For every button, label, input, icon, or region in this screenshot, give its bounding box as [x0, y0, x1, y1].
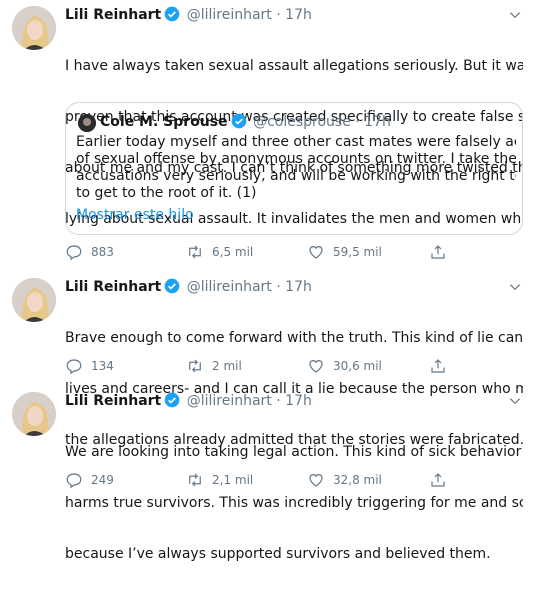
tweet[interactable]: Lili Reinhart @lilireinhart · 17h We are… [0, 386, 538, 562]
quoted-text-line: of sexual offense by anonymous accounts … [76, 151, 516, 167]
share-button[interactable] [429, 471, 447, 489]
author-handle[interactable]: @lilireinhart [187, 279, 272, 295]
quoted-author-handle[interactable]: @colesprouse [253, 114, 351, 130]
quoted-text-line: accusations very seriously, and will be … [76, 168, 516, 184]
timestamp[interactable]: 17h [285, 393, 312, 409]
like-count: 30,6 mil [333, 359, 382, 373]
share-button[interactable] [429, 357, 447, 375]
retweet-icon [189, 359, 201, 373]
avatar[interactable] [12, 278, 56, 322]
retweet-icon [189, 245, 201, 259]
show-thread-link[interactable]: Mostrar este hilo [76, 207, 194, 223]
share-icon [431, 245, 445, 259]
timestamp[interactable]: 17h [285, 279, 312, 295]
reply-count: 883 [91, 245, 114, 259]
tweet[interactable]: Lili Reinhart @lilireinhart · 17h I have… [0, 0, 538, 272]
like-count: 59,5 mil [333, 245, 382, 259]
tweet-text-line: We are looking into taking legal action.… [65, 444, 523, 460]
like-icon [309, 474, 323, 487]
tweet-text: We are looking into taking legal action.… [65, 410, 523, 597]
separator-dot: · [276, 7, 281, 23]
like-button[interactable]: 32,8 mil [307, 471, 382, 489]
tweet[interactable]: Lili Reinhart @lilireinhart · 17h Brave … [0, 272, 538, 448]
retweet-count: 2,1 mil [212, 473, 254, 487]
retweet-button[interactable]: 2,1 mil [186, 471, 253, 489]
reply-icon [66, 359, 82, 375]
tweet-actions: 134 2 mil 30,6 mil [65, 357, 465, 375]
retweet-button[interactable]: 2 mil [186, 357, 242, 375]
tweet-text-line: Brave enough to come forward with the tr… [65, 330, 523, 346]
quoted-text-line: to get to the root of it. (1) [76, 185, 257, 201]
tweet-text-line: I have always taken sexual assault alleg… [65, 58, 523, 74]
author-name[interactable]: Lili Reinhart [65, 7, 161, 23]
tweet-actions: 249 2,1 mil 32,8 mil [65, 471, 465, 489]
quoted-text-line: Earlier today myself and three other cas… [76, 134, 516, 150]
verified-badge-icon [231, 113, 246, 129]
reply-count: 134 [91, 359, 114, 373]
chevron-down-icon[interactable] [508, 394, 522, 408]
chevron-down-icon[interactable] [508, 8, 522, 22]
like-icon [309, 360, 323, 373]
reply-button[interactable]: 883 [65, 243, 114, 261]
reply-button[interactable]: 134 [65, 357, 114, 375]
like-icon [309, 246, 323, 259]
retweet-icon [189, 473, 201, 487]
like-button[interactable]: 59,5 mil [307, 243, 382, 261]
separator-dot: · [276, 393, 281, 409]
like-count: 32,8 mil [333, 473, 382, 487]
reply-button[interactable]: 249 [65, 471, 114, 489]
share-icon [431, 473, 445, 487]
share-icon [431, 359, 445, 373]
quoted-author-name[interactable]: Cole M. Sprouse [100, 114, 228, 130]
retweet-button[interactable]: 6,5 mil [186, 243, 253, 261]
verified-badge-icon [164, 6, 180, 22]
separator-dot: · [355, 114, 360, 130]
tweet-text-line: harms true survivors. This was incredibl… [65, 495, 523, 511]
retweet-count: 2 mil [212, 359, 242, 373]
quoted-tweet[interactable]: Cole M. Sprouse @colesprouse · 17h Earli… [65, 102, 523, 235]
separator-dot: · [276, 279, 281, 295]
reply-icon [66, 245, 82, 261]
timestamp[interactable]: 17h [285, 7, 312, 23]
tweet-actions: 883 6,5 mil 59,5 mil [65, 243, 465, 261]
share-button[interactable] [429, 243, 447, 261]
chevron-down-icon[interactable] [508, 280, 522, 294]
verified-badge-icon [164, 278, 180, 294]
verified-badge-icon [164, 392, 180, 408]
reply-icon [66, 473, 82, 489]
avatar[interactable] [12, 392, 56, 436]
tweet-text-line: because I’ve always supported survivors … [65, 546, 491, 562]
quoted-timestamp[interactable]: 17h [364, 114, 391, 130]
quoted-text: Earlier today myself and three other cas… [76, 134, 516, 202]
author-handle[interactable]: @lilireinhart [187, 393, 272, 409]
quoted-avatar[interactable] [78, 114, 96, 132]
reply-count: 249 [91, 473, 114, 487]
like-button[interactable]: 30,6 mil [307, 357, 382, 375]
retweet-count: 6,5 mil [212, 245, 254, 259]
author-name[interactable]: Lili Reinhart [65, 279, 161, 295]
avatar[interactable] [12, 6, 56, 50]
author-handle[interactable]: @lilireinhart [187, 7, 272, 23]
author-name[interactable]: Lili Reinhart [65, 393, 161, 409]
